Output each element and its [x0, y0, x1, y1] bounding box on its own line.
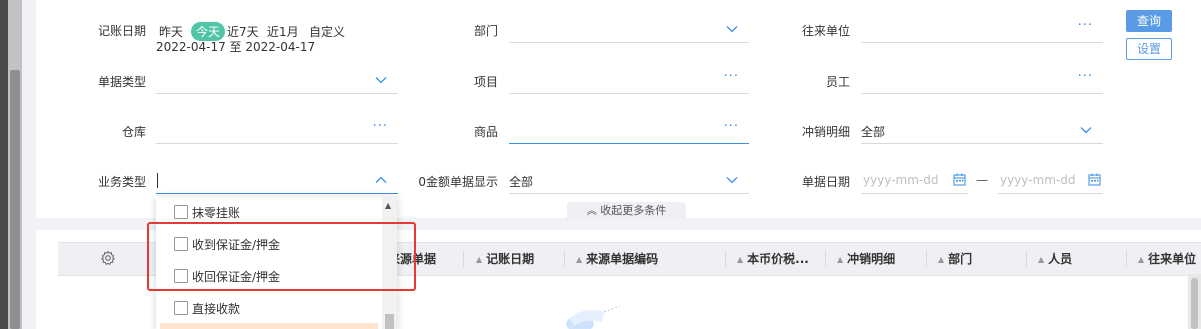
settings-button[interactable]: 设置: [1126, 38, 1172, 60]
chevron-down-icon: [726, 177, 738, 184]
chevron-down-icon: [375, 77, 387, 84]
doc-type-label: 单据类型: [97, 75, 146, 89]
sort-icon: ▲: [576, 254, 583, 264]
gear-icon[interactable]: [100, 250, 116, 266]
column-department[interactable]: ▲ 部门: [938, 243, 972, 275]
more-dots-icon[interactable]: ···: [1078, 18, 1093, 33]
department-label: 部门: [473, 24, 498, 38]
dropdown-scrollbar-thumb[interactable]: [385, 314, 394, 329]
employee-picker[interactable]: ···: [861, 69, 1103, 94]
column-writeoff-detail[interactable]: ▲ 冲销明细: [837, 243, 895, 275]
writeoff-detail-select[interactable]: 全部: [861, 119, 1103, 144]
date-label: 记账日期: [97, 24, 146, 38]
more-dots-icon[interactable]: ···: [1078, 69, 1093, 84]
column-divider: [1026, 251, 1027, 267]
more-dots-icon[interactable]: ···: [373, 119, 388, 134]
column-source-doc-code[interactable]: ▲ 来源单据编码: [576, 243, 658, 275]
zero-amount-label: 0金额单据显示: [418, 175, 498, 189]
column-divider: [463, 251, 464, 267]
column-divider: [564, 251, 565, 267]
more-dots-icon[interactable]: ···: [724, 119, 739, 134]
product-picker[interactable]: ···: [509, 119, 749, 144]
column-divider: [1126, 251, 1127, 267]
scroll-up-arrow-icon[interactable]: ▲: [385, 201, 391, 210]
query-button[interactable]: 查询: [1126, 10, 1172, 32]
chevron-up-icon: [375, 176, 387, 183]
calendar-icon[interactable]: [953, 173, 966, 186]
sort-icon: ▲: [1138, 254, 1145, 264]
zero-amount-value: 全部: [509, 175, 534, 189]
warehouse-picker[interactable]: ···: [156, 119, 398, 144]
column-account-date[interactable]: ▲ 记账日期: [476, 243, 534, 275]
gutter: [22, 0, 36, 329]
annotation-highlight-box: [147, 222, 416, 291]
chevron-down-icon: [1080, 127, 1092, 134]
writeoff-detail-label: 冲销明细: [801, 125, 850, 139]
table-scrollbar[interactable]: [1188, 274, 1201, 329]
sort-icon: ▲: [737, 254, 744, 264]
project-picker[interactable]: ···: [509, 69, 749, 94]
counterparty-label: 往来单位: [801, 24, 850, 38]
filter-panel: 记账日期 昨天 今天 近7天 近1月 自定义 2022-04-17 至 2022…: [36, 0, 1201, 218]
business-type-select[interactable]: [156, 169, 398, 194]
zero-amount-select[interactable]: 全部: [509, 169, 749, 194]
sort-icon: ▲: [1038, 254, 1045, 264]
date-range-separator: —: [976, 173, 988, 187]
option-rounding-credit[interactable]: 抹零挂账: [174, 204, 240, 221]
double-chevron-up-icon: ︽: [586, 206, 597, 217]
option-checkbox[interactable]: [174, 205, 188, 219]
collapse-conditions-toggle[interactable]: ︽ 收起更多条件: [567, 202, 686, 220]
employee-label: 员工: [825, 75, 850, 89]
text-cursor: [157, 173, 158, 188]
column-divider: [725, 251, 726, 267]
writeoff-detail-value: 全部: [861, 125, 886, 139]
sort-icon: ▲: [476, 254, 483, 264]
counterparty-picker[interactable]: ···: [861, 18, 1103, 43]
page-scrollbar[interactable]: [8, 0, 22, 329]
column-person[interactable]: ▲ 人员: [1038, 243, 1072, 275]
page-scrollbar-thumb[interactable]: [10, 70, 20, 329]
sort-icon: ▲: [837, 254, 844, 264]
chevron-down-icon: [726, 26, 738, 33]
doc-date-label: 单据日期: [801, 175, 850, 189]
empty-state-illustration-icon: [566, 305, 621, 329]
collapse-label: 收起更多条件: [600, 204, 667, 217]
more-dots-icon[interactable]: ···: [724, 69, 739, 84]
outer-scrollbar-track: [0, 0, 8, 329]
option-direct-receipt[interactable]: 直接收款: [174, 300, 240, 317]
doc-type-select[interactable]: [156, 69, 398, 94]
sort-icon: ▲: [938, 254, 945, 264]
doc-date-start[interactable]: yyyy-mm-dd: [861, 169, 968, 194]
hover-highlight: [160, 323, 378, 329]
business-type-label: 业务类型: [97, 175, 146, 189]
warehouse-label: 仓库: [121, 125, 146, 139]
option-checkbox[interactable]: [174, 301, 188, 315]
department-select[interactable]: [509, 18, 749, 43]
table-scrollbar-thumb[interactable]: [1191, 278, 1198, 329]
date-range-text: 2022-04-17 至 2022-04-17: [156, 40, 316, 54]
column-divider: [926, 251, 927, 267]
column-counterparty[interactable]: ▲ 往来单位: [1138, 243, 1196, 275]
doc-date-start-placeholder: yyyy-mm-dd: [863, 173, 939, 187]
column-divider: [825, 251, 826, 267]
product-label: 商品: [473, 125, 498, 139]
project-label: 项目: [473, 75, 498, 89]
doc-date-end[interactable]: yyyy-mm-dd: [998, 169, 1103, 194]
column-local-amount[interactable]: ▲ 本币价税...: [737, 243, 809, 275]
doc-date-end-placeholder: yyyy-mm-dd: [1000, 173, 1076, 187]
calendar-icon[interactable]: [1088, 173, 1101, 186]
